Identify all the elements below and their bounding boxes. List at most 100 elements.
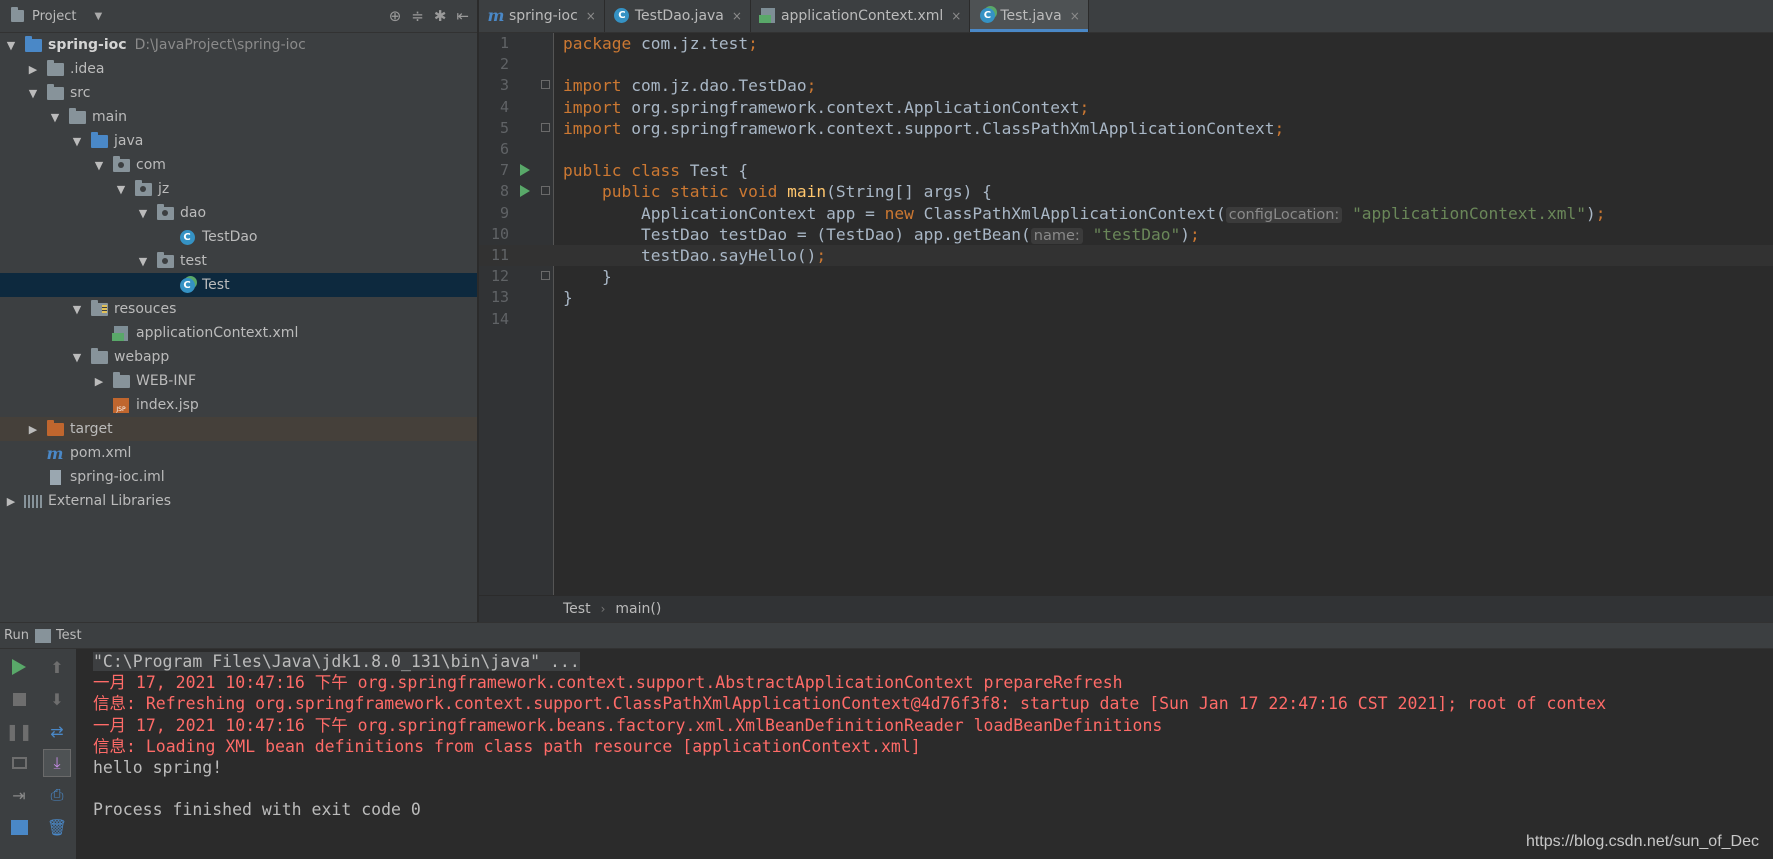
breadcrumb-class[interactable]: Test (563, 601, 591, 617)
code-line[interactable]: 5 import org.springframework.context.supp… (479, 118, 1773, 139)
console-log-line: 信息: Refreshing org.springframework.conte… (76, 693, 1773, 714)
chevron-down-icon[interactable]: ▼ (92, 159, 106, 172)
runnable-class-icon: C (978, 8, 996, 23)
tree-item[interactable]: ▶ target (0, 417, 477, 441)
chevron-right-icon[interactable]: ▶ (4, 495, 18, 508)
dump-threads-button[interactable] (5, 749, 33, 777)
chevron-down-icon[interactable]: ▼ (94, 11, 102, 22)
chevron-right-icon[interactable]: ▶ (26, 63, 40, 76)
run-gutter-icon[interactable] (520, 185, 530, 198)
code-line[interactable]: 1 package com.jz.test; (479, 33, 1773, 54)
editor-tab[interactable]: C TestDao.java × (605, 0, 751, 32)
chevron-right-icon[interactable]: ▶ (92, 375, 106, 388)
line-number: 2 (499, 55, 509, 74)
chevron-right-icon[interactable]: ▶ (26, 423, 40, 436)
tree-item[interactable]: ▼ resouces (0, 297, 477, 321)
project-title[interactable]: Project (32, 9, 76, 24)
fold-icon[interactable] (541, 186, 550, 196)
code-token: org.springframework.context.support.Clas… (631, 118, 1275, 138)
close-icon[interactable]: × (732, 9, 742, 23)
run-tab-test[interactable]: Test (34, 628, 82, 643)
console-text: "C:\Program Files\Java\jdk1.8.0_131\bin\… (93, 652, 580, 671)
excluded-folder-icon (46, 419, 64, 437)
chevron-down-icon[interactable]: ▼ (26, 87, 40, 100)
tree-item[interactable]: ▼ jz (0, 177, 477, 201)
chevron-down-icon[interactable]: ▼ (136, 207, 150, 220)
layout-button[interactable] (5, 813, 33, 841)
stop-button[interactable] (5, 685, 33, 713)
exit-button[interactable]: ⇥ (5, 781, 33, 809)
fold-icon[interactable] (541, 271, 550, 281)
code-line[interactable]: 13} (479, 287, 1773, 308)
scroll-down-button[interactable]: ⬇ (43, 685, 71, 713)
tree-item[interactable]: C TestDao (0, 225, 477, 249)
chevron-down-icon[interactable]: ▼ (4, 39, 18, 52)
tree-item[interactable]: C Test (0, 273, 477, 297)
tree-item-path: D:\JavaProject\spring-ioc (134, 37, 306, 53)
scroll-up-button[interactable]: ⬆ (43, 653, 71, 681)
print-button[interactable]: ⎙ (43, 781, 71, 809)
code-line[interactable]: 4 import org.springframework.context.Appl… (479, 97, 1773, 118)
code-line[interactable]: 6 (479, 139, 1773, 160)
xml-file-icon (112, 325, 130, 341)
tree-item[interactable]: ▼ dao (0, 201, 477, 225)
project-tool-window: Project ▼ ⊕ ≑ ✱ ⇤ ▼ spring-ioc D:\JavaProj… (0, 0, 478, 622)
editor-tab[interactable]: m spring-ioc × (479, 0, 605, 32)
chevron-down-icon[interactable]: ▼ (114, 183, 128, 196)
editor-tab[interactable]: C Test.java × (970, 0, 1089, 32)
chevron-down-icon[interactable]: ▼ (48, 111, 62, 124)
code-text: public static void main(String[] args) { (563, 181, 992, 202)
code-line[interactable]: 2 (479, 54, 1773, 75)
tree-item[interactable]: ▼ test (0, 249, 477, 273)
tree-item-label: java (114, 133, 144, 149)
tree-item[interactable]: applicationContext.xml (0, 321, 477, 345)
tree-item[interactable]: spring-ioc.iml (0, 465, 477, 489)
code-token: Test { (689, 161, 749, 181)
chevron-down-icon[interactable]: ▼ (70, 135, 84, 148)
code-line[interactable]: 11 testDao.sayHello(); (479, 245, 1773, 267)
locate-icon[interactable]: ⊕ (389, 7, 402, 25)
close-icon[interactable]: × (951, 9, 961, 23)
resources-folder-icon (90, 299, 108, 317)
soft-wrap-button[interactable]: ⇄ (43, 717, 71, 745)
pause-button[interactable]: ❚❚ (5, 717, 33, 745)
tree-item[interactable]: JSP index.jsp (0, 393, 477, 417)
chevron-down-icon[interactable]: ▼ (70, 303, 84, 316)
tree-item[interactable]: ▼ spring-ioc D:\JavaProject\spring-ioc (0, 33, 477, 57)
tree-item[interactable]: ▼ main (0, 105, 477, 129)
code-line[interactable]: 9 ApplicationContext app = new ClassPath… (479, 203, 1773, 224)
chevron-down-icon[interactable]: ▼ (136, 255, 150, 268)
tree-item[interactable]: ▼ com (0, 153, 477, 177)
code-line[interactable]: 14 (479, 309, 1773, 330)
code-line[interactable]: 7 public class Test { (479, 160, 1773, 181)
run-console[interactable]: "C:\Program Files\Java\jdk1.8.0_131\bin\… (76, 649, 1773, 859)
clear-all-button[interactable]: 🗑 (43, 813, 71, 841)
tree-item[interactable]: ▼ src (0, 81, 477, 105)
collapse-all-icon[interactable]: ≑ (411, 7, 424, 25)
tree-item[interactable]: ▶ WEB-INF (0, 369, 477, 393)
gear-icon[interactable]: ✱ (434, 7, 447, 25)
tree-item[interactable]: ▶ .idea (0, 57, 477, 81)
close-icon[interactable]: × (1070, 9, 1080, 23)
close-icon[interactable]: × (586, 9, 596, 23)
fold-icon[interactable] (541, 122, 550, 132)
breadcrumb-method[interactable]: main() (615, 601, 661, 617)
tree-item[interactable]: m pom.xml (0, 441, 477, 465)
scroll-to-end-button[interactable]: ⤓ (43, 749, 71, 777)
rerun-button[interactable] (5, 653, 33, 681)
code-editor[interactable]: 1 package com.jz.test; 2 3 import com.jz.dao… (479, 33, 1773, 595)
fold-icon[interactable] (541, 80, 550, 90)
tree-item[interactable]: ▼ java (0, 129, 477, 153)
run-gutter-icon[interactable] (520, 164, 530, 177)
code-line[interactable]: 12 } (479, 266, 1773, 287)
editor-tab[interactable]: applicationContext.xml × (751, 0, 971, 32)
code-line[interactable]: 8 public static void main(String[] args)… (479, 181, 1773, 202)
chevron-down-icon[interactable]: ▼ (70, 351, 84, 364)
hide-icon[interactable]: ⇤ (456, 7, 469, 25)
tree-item[interactable]: ▶ External Libraries (0, 489, 477, 513)
tree-item[interactable]: ▼ webapp (0, 345, 477, 369)
code-line[interactable]: 10 TestDao testDao = (TestDao) app.getBe… (479, 224, 1773, 245)
code-line[interactable]: 3 import com.jz.dao.TestDao; (479, 75, 1773, 96)
libraries-icon (24, 494, 42, 509)
